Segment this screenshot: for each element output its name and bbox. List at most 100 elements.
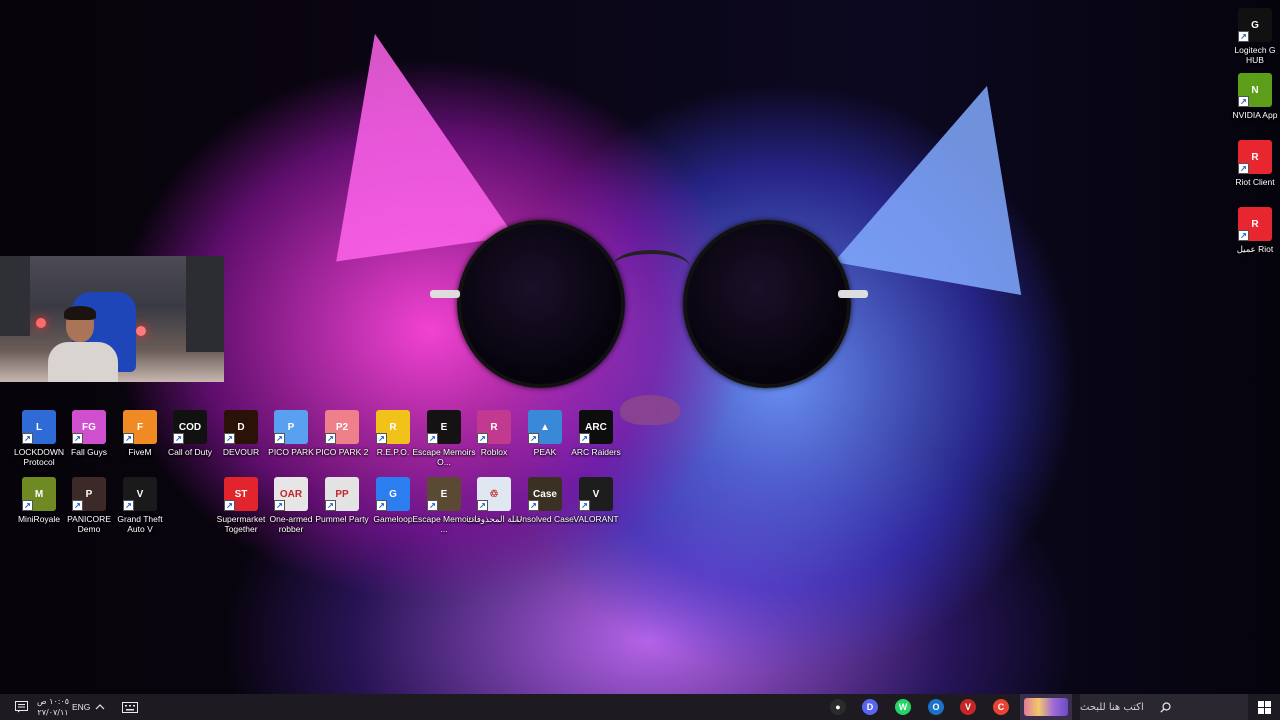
shortcut-arrow-icon: ↗ — [325, 500, 336, 511]
shortcut-arrow-icon: ↗ — [72, 433, 83, 444]
desktop-icon-riot[interactable]: R ↗ عميل Riot — [1231, 207, 1279, 254]
webcam-light — [36, 318, 46, 328]
search-icon — [1160, 701, 1171, 713]
app-icon: R ↗ — [477, 410, 511, 444]
app-icon: E ↗ — [427, 477, 461, 511]
app-icon: R ↗ — [1238, 207, 1272, 241]
app-icon-glyph: E — [440, 421, 448, 433]
cat-ear-right — [834, 65, 1056, 295]
webcam-light — [136, 326, 146, 336]
show-hidden-icons-button[interactable] — [92, 694, 108, 720]
shortcut-arrow-icon: ↗ — [274, 433, 285, 444]
app-icon: OAR ↗ — [274, 477, 308, 511]
desktop-icon-valorant[interactable]: V ↗ VALORANT — [564, 477, 628, 524]
shortcut-arrow-icon: ↗ — [376, 433, 387, 444]
desktop-icon-riot-client[interactable]: R ↗ Riot Client — [1231, 140, 1279, 187]
app-icon: E ↗ — [427, 410, 461, 444]
app-icon-glyph: R — [389, 421, 397, 433]
sunglasses-lens-right — [683, 220, 851, 388]
app-icon: P ↗ — [274, 410, 308, 444]
keyboard-button[interactable] — [118, 694, 142, 720]
app-icon-glyph: P — [287, 421, 295, 433]
notification-center-button[interactable] — [10, 694, 32, 720]
app-icon-glyph: N — [1251, 84, 1259, 96]
desktop-icon-label: Logitech G HUB — [1234, 45, 1276, 65]
taskbar-app-editor[interactable]: V — [958, 694, 978, 720]
outlook-icon: O — [928, 699, 944, 715]
app-glyph: V — [964, 702, 971, 712]
webcam-overlay — [0, 256, 224, 382]
app-icon: N ↗ — [1238, 73, 1272, 107]
app-glyph: O — [932, 702, 940, 712]
taskbar-app-chrome[interactable]: C — [991, 694, 1011, 720]
desktop-icon-label: Riot Client — [1235, 177, 1275, 187]
app-icon: R ↗ — [376, 410, 410, 444]
obs-icon: ● — [830, 699, 846, 715]
shortcut-arrow-icon: ↗ — [274, 500, 285, 511]
shortcut-arrow-icon: ↗ — [528, 500, 539, 511]
app-icon-glyph: Case — [533, 488, 557, 500]
shortcut-arrow-icon: ↗ — [1238, 96, 1249, 107]
whatsapp-icon: W — [895, 699, 911, 715]
app-icon-glyph: E — [440, 488, 448, 500]
keyboard-icon — [122, 701, 138, 713]
app-icon-glyph: FG — [82, 421, 96, 433]
app-glyph: C — [997, 702, 1005, 712]
app-icon-glyph: ST — [234, 488, 248, 500]
webcam-background-curtain — [186, 256, 224, 352]
chrome-icon: C — [993, 699, 1009, 715]
app-glyph: ● — [835, 702, 841, 712]
shortcut-arrow-icon: ↗ — [427, 500, 438, 511]
shortcut-arrow-icon: ↗ — [528, 433, 539, 444]
app-icon-glyph: R — [490, 421, 498, 433]
discord-icon: D — [862, 699, 878, 715]
app-icon-glyph: ♲ — [489, 488, 499, 500]
app-icon: PP ↗ — [325, 477, 359, 511]
taskbar-clock[interactable]: ١٠:٠٥ ص ٢٧/٠٧/١١ — [30, 696, 76, 718]
shortcut-arrow-icon: ↗ — [22, 500, 33, 511]
desktop-icon-nvidia-app[interactable]: N ↗ NVIDIA App — [1231, 73, 1279, 120]
app-icon: R ↗ — [1238, 140, 1272, 174]
app-icon: ♲ ↗ — [477, 477, 511, 511]
app-icon-glyph: OAR — [279, 488, 303, 500]
shortcut-arrow-icon: ↗ — [224, 433, 235, 444]
app-icon: V ↗ — [579, 477, 613, 511]
desktop-icon-logitech-g-hub[interactable]: G ↗ Logitech G HUB — [1231, 8, 1279, 65]
desktop-icon-label: عميل Riot — [1236, 244, 1274, 254]
shortcut-arrow-icon: ↗ — [376, 500, 387, 511]
shortcut-arrow-icon: ↗ — [427, 433, 438, 444]
desktop-icon-grand-theft-auto-v[interactable]: V ↗ Grand Theft Auto V — [108, 477, 172, 534]
shortcut-arrow-icon: ↗ — [1238, 163, 1249, 174]
taskbar-app-obs[interactable]: ● — [828, 694, 848, 720]
desktop-icon-label: ARC Raiders — [571, 447, 621, 457]
windows-icon — [1257, 700, 1271, 714]
start-button[interactable] — [1248, 694, 1280, 720]
taskbar-app-outlook[interactable]: O — [926, 694, 946, 720]
taskbar-search-box[interactable]: اكتب هنا للبحث — [1080, 694, 1248, 720]
shortcut-arrow-icon: ↗ — [1238, 230, 1249, 241]
search-placeholder: اكتب هنا للبحث — [1080, 701, 1144, 713]
editor-icon: V — [960, 699, 976, 715]
taskbar-app-whatsapp[interactable]: W — [893, 694, 913, 720]
app-icon: ARC ↗ — [579, 410, 613, 444]
app-icon-glyph: PP — [335, 488, 349, 500]
sunglasses-arm-left — [430, 290, 460, 298]
desktop-icon-label: NVIDIA App — [1232, 110, 1278, 120]
app-icon-glyph: M — [34, 488, 44, 500]
taskbar-app-discord[interactable]: D — [860, 694, 880, 720]
shortcut-arrow-icon: ↗ — [477, 500, 488, 511]
taskbar-widgets-button[interactable] — [1020, 694, 1072, 720]
desktop-icon-label: Grand Theft Auto V — [117, 514, 163, 534]
shortcut-arrow-icon: ↗ — [72, 500, 83, 511]
app-icon: COD ↗ — [173, 410, 207, 444]
shortcut-arrow-icon: ↗ — [477, 433, 488, 444]
app-icon-glyph: P — [85, 488, 93, 500]
app-icon: G ↗ — [376, 477, 410, 511]
app-icon-glyph: ARC — [585, 421, 607, 433]
sunglasses-lens-left — [457, 220, 625, 388]
shortcut-arrow-icon: ↗ — [579, 500, 590, 511]
language-indicator[interactable]: ENG — [72, 694, 90, 720]
app-icon: V ↗ — [123, 477, 157, 511]
webcam-background-window — [0, 256, 30, 336]
desktop-icon-arc-raiders[interactable]: ARC ↗ ARC Raiders — [564, 410, 628, 457]
